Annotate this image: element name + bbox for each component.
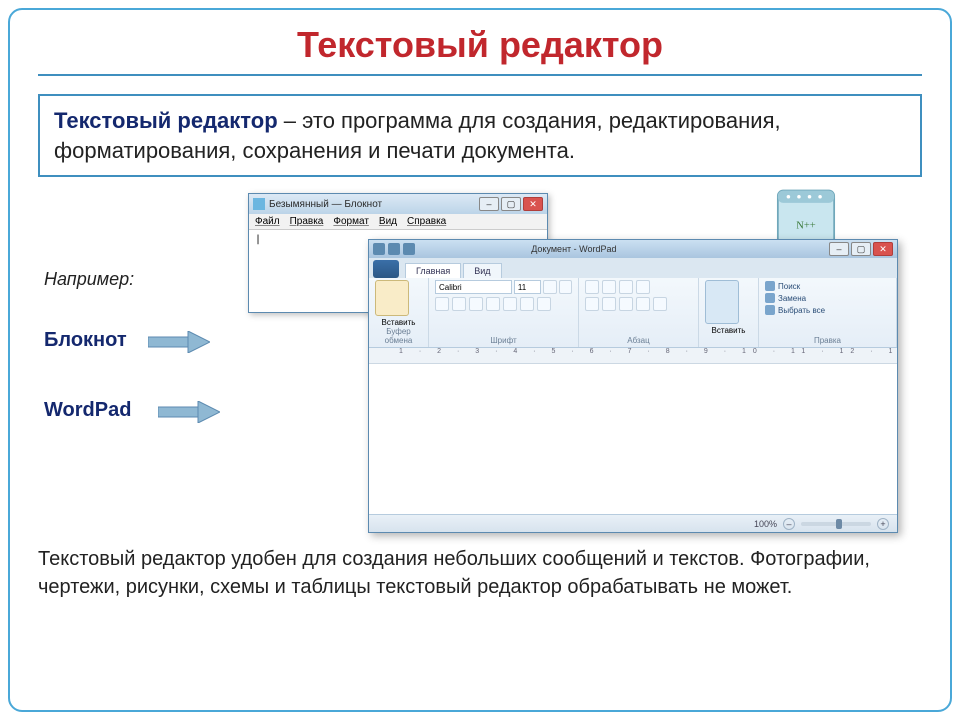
group-insert: Вставить — [699, 278, 759, 347]
qat-save-icon[interactable] — [373, 243, 385, 255]
document-area[interactable] — [369, 364, 897, 514]
bold-button[interactable] — [435, 297, 449, 311]
close-button[interactable]: ✕ — [873, 242, 893, 256]
zoom-out-button[interactable]: – — [783, 518, 795, 530]
tab-view[interactable]: Вид — [463, 263, 501, 278]
increase-indent-button[interactable] — [602, 280, 616, 294]
app-label-wordpad: WordPad — [44, 399, 131, 422]
content-area: Например: Блокнот WordPad Безымянный — Б… — [38, 189, 922, 539]
notepad-app-icon — [253, 198, 265, 210]
paste-label: Вставить — [375, 318, 422, 327]
page-title: Текстовый редактор — [38, 24, 922, 66]
notepad-menubar: Файл Правка Формат Вид Справка — [249, 214, 547, 230]
menu-file[interactable]: Файл — [255, 216, 280, 227]
underline-button[interactable] — [469, 297, 483, 311]
menu-help[interactable]: Справка — [407, 216, 446, 227]
subscript-button[interactable] — [503, 297, 517, 311]
notepad-titlebar[interactable]: Безымянный — Блокнот – ▢ ✕ — [249, 194, 547, 214]
align-right-button[interactable] — [619, 297, 633, 311]
tab-home[interactable]: Главная — [405, 263, 461, 278]
highlight-button[interactable] — [520, 297, 534, 311]
ribbon-tabs: Главная Вид — [369, 258, 897, 278]
paste-button[interactable] — [375, 280, 409, 316]
zoom-slider[interactable] — [801, 522, 871, 526]
group-label-font: Шрифт — [435, 336, 572, 347]
justify-button[interactable] — [636, 297, 650, 311]
app-label-notepad: Блокнот — [44, 329, 127, 352]
paragraph-dialog-button[interactable] — [653, 297, 667, 311]
footer-text: Текстовый редактор удобен для создания н… — [38, 545, 922, 601]
wordpad-titlebar[interactable]: Документ - WordPad – ▢ ✕ — [369, 240, 897, 258]
group-label-paragraph: Абзац — [585, 336, 692, 347]
font-size-select[interactable]: 11 — [514, 280, 541, 294]
menu-view[interactable]: Вид — [379, 216, 397, 227]
menu-format[interactable]: Формат — [333, 216, 369, 227]
wordpad-window: Документ - WordPad – ▢ ✕ Главная Вид Вст… — [368, 239, 898, 533]
definition-box: Текстовый редактор – это программа для с… — [38, 94, 922, 177]
bullets-button[interactable] — [619, 280, 633, 294]
zoom-percent: 100% — [754, 519, 777, 529]
ribbon: Вставить Буфер обмена Calibri 11 — [369, 278, 897, 348]
app-menu-button[interactable] — [373, 260, 399, 278]
group-label-editing: Правка — [765, 336, 890, 347]
group-editing: Поиск Замена Выбрать все Правка — [759, 278, 897, 347]
status-bar: 100% – + — [369, 514, 897, 532]
example-label: Например: — [44, 269, 134, 290]
arrow-icon — [158, 401, 220, 423]
align-center-button[interactable] — [602, 297, 616, 311]
strike-button[interactable] — [486, 297, 500, 311]
close-button[interactable]: ✕ — [523, 197, 543, 211]
zoom-in-button[interactable]: + — [877, 518, 889, 530]
line-spacing-button[interactable] — [636, 280, 650, 294]
find-button[interactable]: Поиск — [765, 281, 890, 291]
font-color-button[interactable] — [537, 297, 551, 311]
maximize-button[interactable]: ▢ — [501, 197, 521, 211]
minimize-button[interactable]: – — [479, 197, 499, 211]
shrink-font-button[interactable] — [559, 280, 572, 294]
minimize-button[interactable]: – — [829, 242, 849, 256]
decrease-indent-button[interactable] — [585, 280, 599, 294]
wordpad-title-text: Документ - WordPad — [531, 244, 616, 254]
notepad-title-text: Безымянный — Блокнот — [269, 199, 382, 210]
grow-font-button[interactable] — [543, 280, 556, 294]
align-left-button[interactable] — [585, 297, 599, 311]
select-all-button[interactable]: Выбрать все — [765, 305, 890, 315]
maximize-button[interactable]: ▢ — [851, 242, 871, 256]
group-font: Calibri 11 Шрифт — [429, 278, 579, 347]
definition-term: Текстовый редактор — [54, 108, 278, 133]
menu-edit[interactable]: Правка — [290, 216, 324, 227]
title-rule — [38, 74, 922, 76]
slide: Текстовый редактор Текстовый редактор – … — [8, 8, 952, 712]
group-label-clipboard: Буфер обмена — [375, 327, 422, 347]
quick-access-toolbar — [373, 243, 415, 255]
qat-redo-icon[interactable] — [403, 243, 415, 255]
arrow-icon — [148, 331, 210, 353]
font-name-select[interactable]: Calibri — [435, 280, 512, 294]
group-clipboard: Вставить Буфер обмена — [369, 278, 429, 347]
insert-button[interactable] — [705, 280, 739, 324]
ruler[interactable]: 1 · 2 · 3 · 4 · 5 · 6 · 7 · 8 · 9 · 10 ·… — [369, 348, 897, 364]
group-paragraph: Абзац — [579, 278, 699, 347]
insert-label: Вставить — [705, 326, 752, 335]
replace-button[interactable]: Замена — [765, 293, 890, 303]
italic-button[interactable] — [452, 297, 466, 311]
qat-undo-icon[interactable] — [388, 243, 400, 255]
